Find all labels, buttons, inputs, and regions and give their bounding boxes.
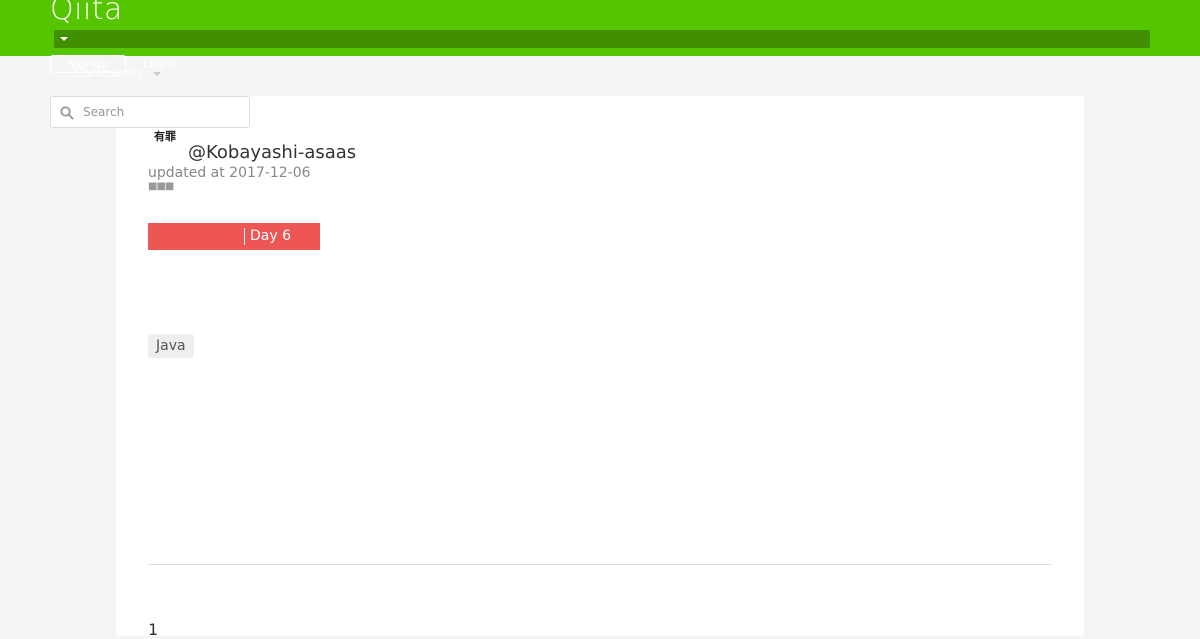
updated-date: updated at 2017-12-06 [148,165,311,181]
qiita-logo[interactable]: Qiita [50,0,123,26]
search-input[interactable] [81,101,241,123]
banner-divider [244,228,245,245]
ellipsis-icon[interactable]: ■■■ [148,182,174,192]
chevron-down-icon [153,71,162,76]
search-box[interactable] [50,96,250,128]
tag-java[interactable]: Java [148,334,194,358]
site-header: Qiita [0,0,1200,56]
avatar[interactable]: 有罪 [148,124,182,158]
advent-calendar-banner[interactable]: Day 6 [148,223,320,250]
article-card: 有罪 @Kobayashi-asaas updated at 2017-12-0… [116,96,1084,639]
author-username[interactable]: @Kobayashi-asaas [188,142,356,163]
header-menu-bar[interactable] [54,30,1150,48]
community-dropdown[interactable]: Community [75,66,162,80]
community-label: Community [75,66,145,80]
content-divider [148,564,1052,565]
calendar-day-label: Day 6 [250,228,292,244]
caret-down-icon [60,37,68,41]
search-icon [60,106,74,120]
